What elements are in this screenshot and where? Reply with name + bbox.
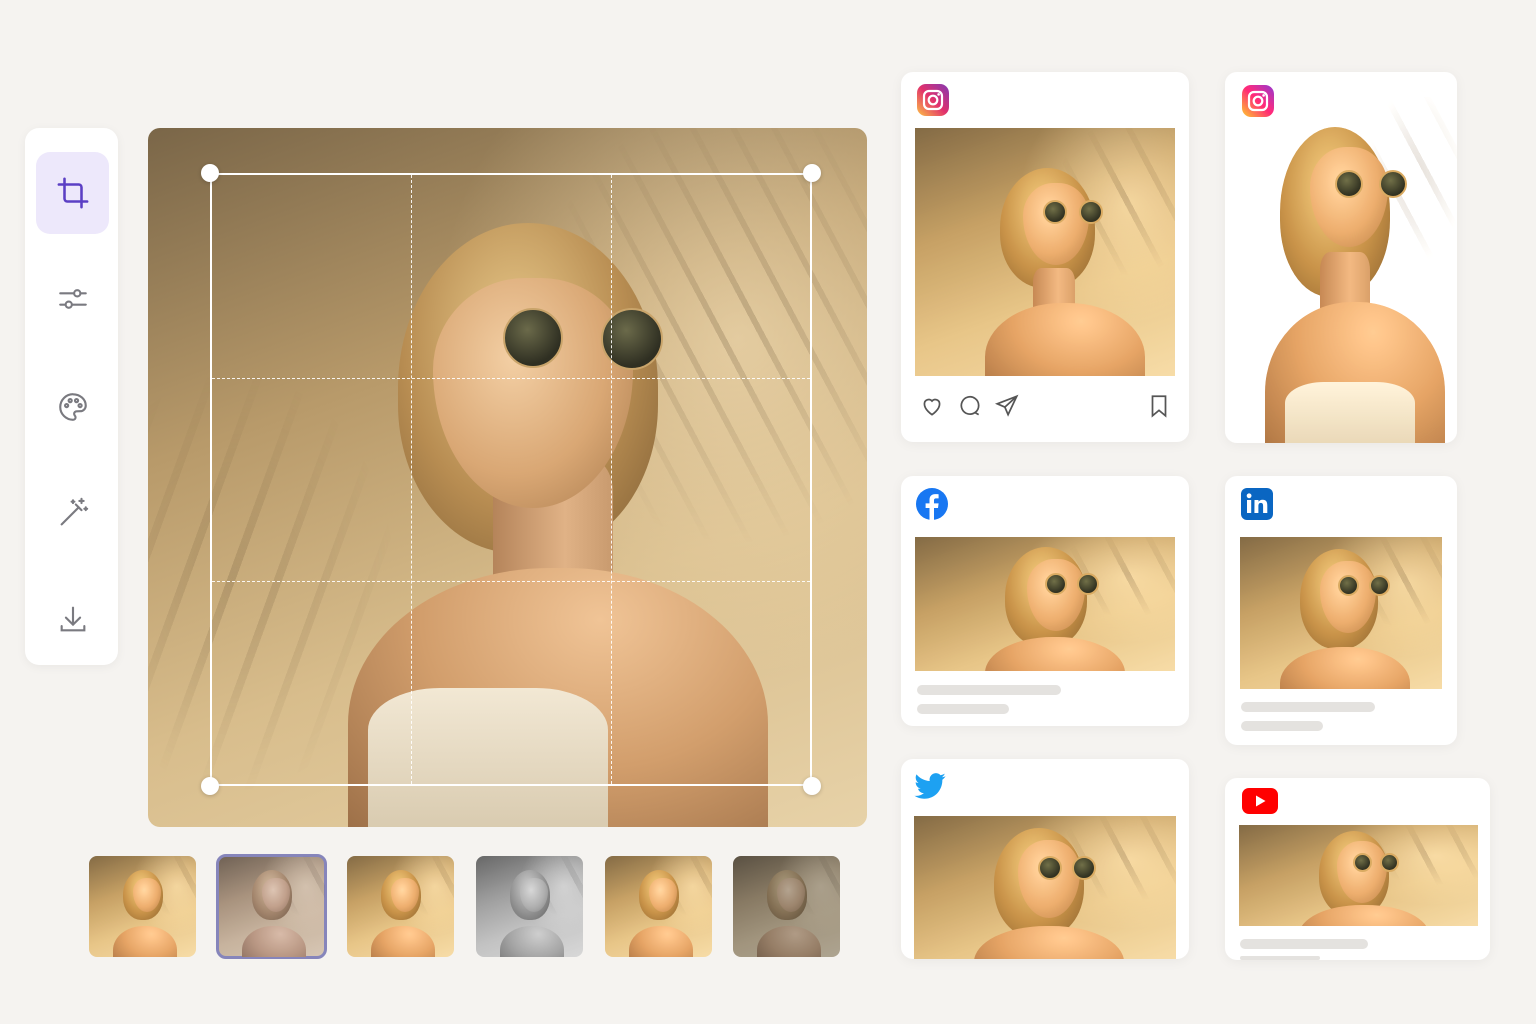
linkedin-icon <box>1241 488 1273 520</box>
heart-icon[interactable] <box>919 393 945 419</box>
sliders-icon <box>58 289 87 309</box>
facebook-preview[interactable] <box>901 476 1189 726</box>
magic-wand-icon <box>60 497 88 526</box>
adjust-tool-button[interactable] <box>36 258 109 340</box>
twitter-preview[interactable] <box>901 759 1189 959</box>
crop-frame[interactable] <box>210 173 812 786</box>
facebook-icon <box>916 488 948 520</box>
magic-tool-button[interactable] <box>36 472 109 554</box>
instagram-post-preview[interactable] <box>901 72 1189 442</box>
facebook-post-image <box>915 537 1175 671</box>
crop-handle-bottom-right[interactable] <box>803 777 821 795</box>
palette-icon <box>58 393 87 421</box>
crop-handle-top-right[interactable] <box>803 164 821 182</box>
filter-thumb-muted[interactable] <box>733 856 840 957</box>
youtube-preview[interactable] <box>1225 778 1490 960</box>
filter-thumb-original[interactable] <box>89 856 196 957</box>
instagram-icon <box>1242 85 1274 117</box>
youtube-icon <box>1242 788 1278 814</box>
crop-handle-top-left[interactable] <box>201 164 219 182</box>
download-icon <box>60 606 85 632</box>
story-progress-bar <box>1287 92 1443 97</box>
instagram-post-image <box>915 128 1175 376</box>
filter-thumb-bright[interactable] <box>605 856 712 957</box>
instagram-story-preview[interactable] <box>1225 72 1457 443</box>
twitter-bird-icon <box>914 773 946 799</box>
download-tool-button[interactable] <box>36 578 109 660</box>
tool-sidebar <box>25 128 118 665</box>
editor-stage <box>0 0 1536 1024</box>
bookmark-icon[interactable] <box>1146 393 1172 419</box>
instagram-icon <box>917 84 949 116</box>
crop-icon <box>57 177 88 209</box>
comment-icon[interactable] <box>957 393 983 419</box>
crop-handle-bottom-left[interactable] <box>201 777 219 795</box>
linkedin-post-image <box>1240 537 1442 689</box>
crop-tool-button[interactable] <box>36 152 109 234</box>
linkedin-preview[interactable] <box>1225 476 1457 745</box>
share-icon[interactable] <box>994 393 1020 419</box>
filter-thumb-warm[interactable] <box>347 856 454 957</box>
filter-thumb-cool[interactable] <box>216 854 327 959</box>
twitter-post-image <box>914 816 1176 959</box>
color-tool-button[interactable] <box>36 366 109 448</box>
youtube-video-thumbnail <box>1239 825 1478 926</box>
filter-thumb-mono[interactable] <box>476 856 583 957</box>
